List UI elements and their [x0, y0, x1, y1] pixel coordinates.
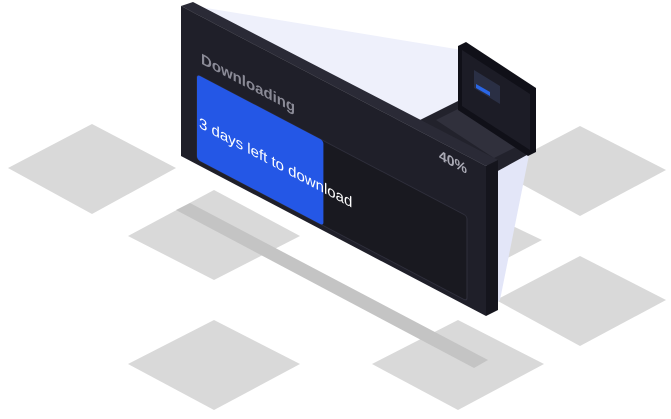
floor-tile — [8, 124, 176, 214]
isometric-download-scene: Downloading 3 days left to download 40% — [8, 2, 666, 410]
floor-tile — [128, 320, 300, 410]
panel-side-edge — [486, 160, 498, 316]
floor-tile — [372, 320, 544, 410]
floor-tile — [496, 256, 666, 346]
